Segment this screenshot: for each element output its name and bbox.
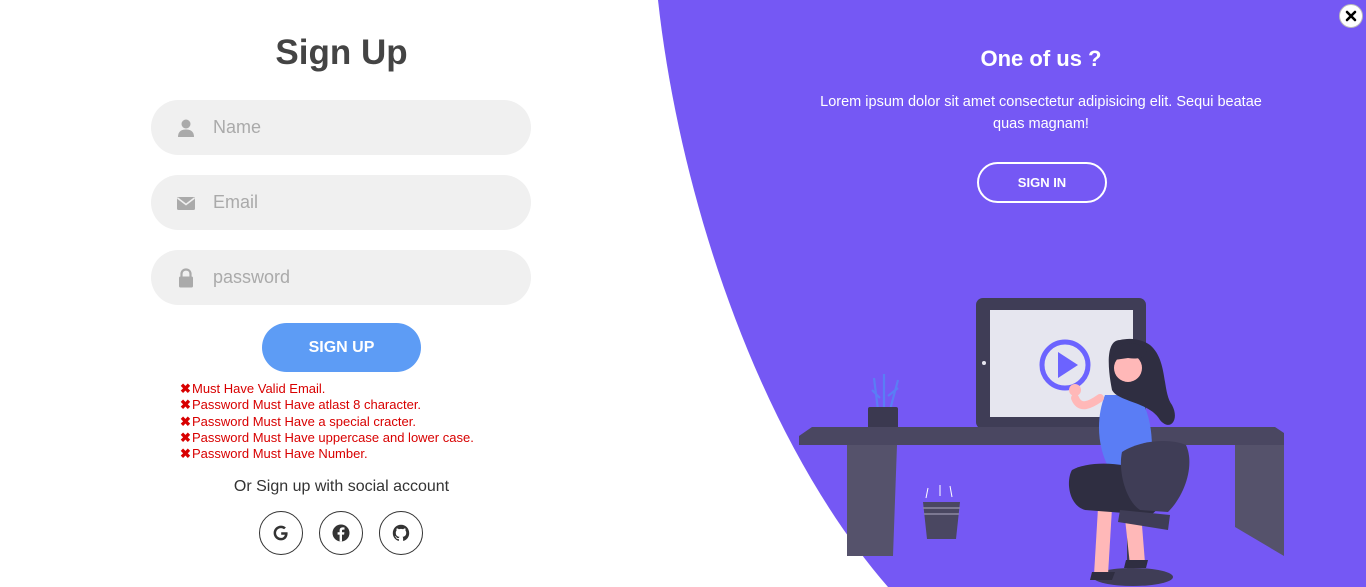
plant-left <box>868 374 900 429</box>
desk-illustration <box>799 298 1284 586</box>
close-button[interactable] <box>1339 4 1363 28</box>
desk <box>799 427 1284 556</box>
close-icon <box>1345 10 1357 22</box>
bin <box>923 485 960 539</box>
